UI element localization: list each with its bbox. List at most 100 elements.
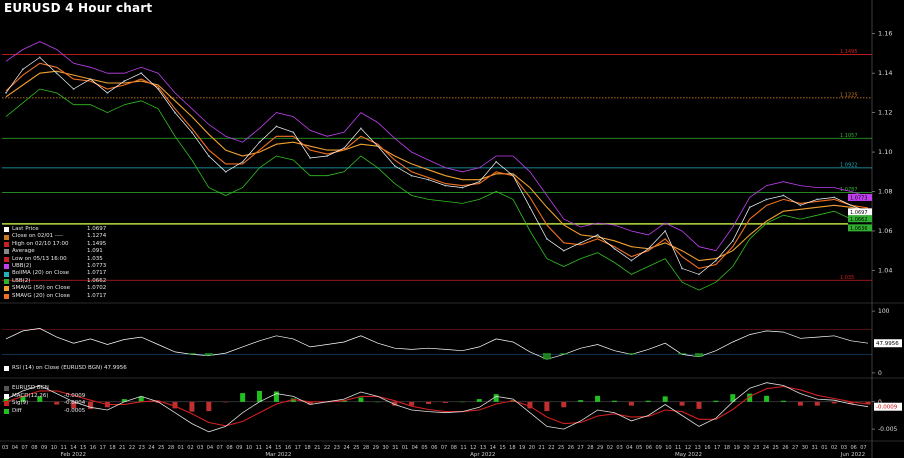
macd-diff-bar bbox=[595, 395, 601, 402]
price-point bbox=[106, 91, 109, 94]
date-tick-label: 12 bbox=[470, 445, 476, 451]
legend-value: 1.035 bbox=[87, 255, 103, 262]
rsi-oversold-fill bbox=[542, 353, 551, 360]
legend-value: 1.0717 bbox=[87, 292, 107, 299]
legend-swatch bbox=[4, 241, 9, 247]
price-point bbox=[191, 131, 193, 134]
date-tick-label: 02 bbox=[187, 445, 193, 451]
price-ytick-label: 1.10 bbox=[878, 148, 892, 156]
macd-diff-bar bbox=[628, 401, 634, 406]
rsi-oversold-fill bbox=[187, 353, 196, 355]
macd-line bbox=[5, 382, 869, 433]
date-tick-label: 01 bbox=[402, 445, 408, 451]
date-tick-label: 14 bbox=[265, 445, 271, 451]
legend-value: 1.1495 bbox=[87, 240, 107, 247]
month-label: Feb 2022 bbox=[61, 452, 86, 458]
date-tick-label: 18 bbox=[109, 445, 115, 451]
date-tick-label: 20 bbox=[529, 445, 535, 451]
price-point bbox=[258, 141, 261, 144]
macd-legend-swatch bbox=[4, 393, 9, 399]
date-tick-label: 15 bbox=[499, 445, 505, 451]
price-point bbox=[630, 259, 633, 262]
date-tick-label: 26 bbox=[782, 445, 788, 451]
price-ytick-label: 1.08 bbox=[878, 188, 892, 196]
date-tick-label: 27 bbox=[792, 445, 798, 451]
macd-diff-bar bbox=[442, 401, 448, 403]
macd-diff-bar bbox=[257, 390, 263, 402]
macd-legend-row: MACD(12,26) -0.0009 bbox=[4, 393, 85, 401]
date-tick-label: 10 bbox=[51, 445, 57, 451]
macd-ytick-label: -0.005 bbox=[878, 426, 898, 433]
price-ytick-label: 1.12 bbox=[878, 109, 892, 117]
price-point bbox=[461, 186, 464, 189]
legend-row: SMAVG (50) on Close 1.0702 bbox=[4, 285, 117, 292]
month-label: Jun 2022 bbox=[840, 452, 865, 458]
macd-legend-value: -0.0005 bbox=[64, 407, 86, 414]
date-tick-label: 31 bbox=[392, 445, 398, 451]
legend-label: Close on 02/01 ---- bbox=[12, 233, 63, 240]
rsi-swatch bbox=[4, 365, 9, 371]
price-point bbox=[224, 170, 227, 173]
price-point bbox=[22, 68, 24, 71]
price-point bbox=[5, 91, 7, 94]
date-tick-label: 24 bbox=[148, 445, 154, 451]
legend-value: 1.0702 bbox=[87, 285, 107, 292]
legend-row: High on 02/10 17:00 1.1495 bbox=[4, 241, 117, 248]
level-label: 1.1495 bbox=[840, 49, 858, 55]
date-tick-label: 18 bbox=[724, 445, 730, 451]
legend-swatch bbox=[4, 264, 9, 270]
legend-swatch bbox=[4, 286, 9, 292]
legend-row: Low on 05/13 16:00 1.035 bbox=[4, 256, 117, 263]
price-point bbox=[55, 72, 58, 75]
legend-swatch bbox=[4, 249, 9, 255]
date-tick-label: 24 bbox=[763, 445, 769, 451]
macd-diff-bar bbox=[426, 401, 432, 404]
legend-label: UBB(2) bbox=[12, 262, 32, 269]
price-point bbox=[376, 145, 379, 148]
series-lbb-2 bbox=[5, 88, 869, 291]
date-tick-label: 06 bbox=[646, 445, 652, 451]
date-tick-label: 09 bbox=[41, 445, 47, 451]
price-point bbox=[816, 198, 819, 201]
date-tick-label: 07 bbox=[217, 445, 223, 451]
price-point bbox=[292, 131, 295, 134]
macd-diff-bar bbox=[831, 401, 837, 404]
macd-diff-bar bbox=[273, 391, 279, 402]
series-last-price bbox=[5, 56, 869, 275]
legend-swatch bbox=[4, 271, 9, 277]
series-smavg-20-on-close bbox=[5, 62, 869, 269]
macd-legend-value: -0.0004 bbox=[64, 400, 86, 406]
legend-row: UBB(2) 1.0773 bbox=[4, 263, 117, 270]
price-point bbox=[765, 198, 768, 201]
date-tick-label: 03 bbox=[841, 445, 847, 451]
date-tick-label: 04 bbox=[207, 445, 213, 451]
macd-diff-bar bbox=[780, 400, 786, 402]
price-point bbox=[748, 206, 751, 209]
rsi-oversold-fill bbox=[204, 353, 213, 356]
legend-row: BollMA (20) on Close 1.0717 bbox=[4, 270, 117, 277]
rsi-value-tag: 47.9956 bbox=[876, 341, 899, 347]
date-tick-label: 18 bbox=[509, 445, 515, 451]
price-ytick-label: 1.16 bbox=[878, 30, 892, 38]
price-point bbox=[613, 247, 616, 250]
legend-label: SMAVG (20) on Close bbox=[12, 292, 71, 299]
date-tick-label: 14 bbox=[490, 445, 496, 451]
date-tick-label: 11 bbox=[675, 445, 681, 451]
date-tick-label: 03 bbox=[197, 445, 203, 451]
month-label: May 2022 bbox=[675, 452, 702, 458]
legend-value: 1.0662 bbox=[87, 277, 107, 284]
date-tick-label: 17 bbox=[295, 445, 301, 451]
price-tag-label: 1.0636 bbox=[850, 226, 868, 232]
macd-diff-bar bbox=[206, 401, 212, 412]
price-point bbox=[360, 127, 362, 130]
price-point bbox=[664, 230, 667, 232]
macd-header-swatch bbox=[4, 386, 9, 392]
macd-legend-label: Diff bbox=[12, 407, 22, 414]
date-tick-label: 16 bbox=[285, 445, 291, 451]
date-tick-label: 08 bbox=[451, 445, 457, 451]
price-point bbox=[326, 155, 329, 157]
legend-row: Last Price 1.0697 bbox=[4, 226, 117, 233]
price-point bbox=[343, 147, 345, 150]
date-tick-label: 13 bbox=[694, 445, 700, 451]
date-tick-label: 19 bbox=[519, 445, 525, 451]
